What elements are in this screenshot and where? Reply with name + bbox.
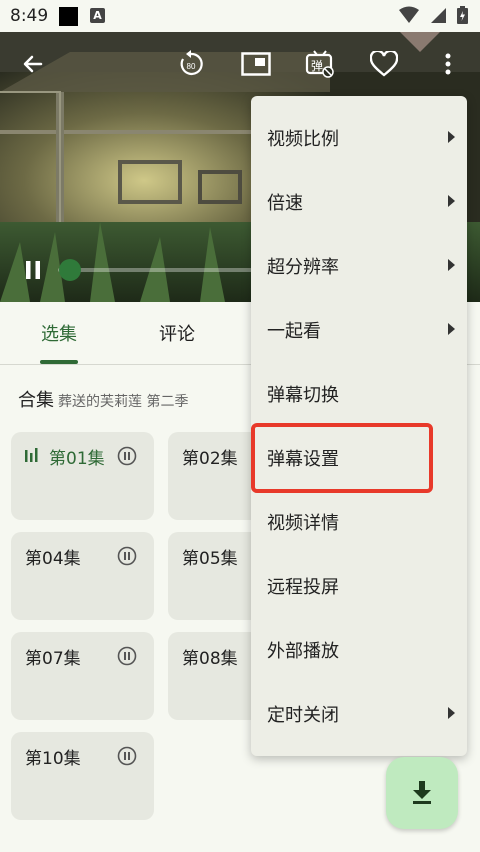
- tab-episodes[interactable]: 选集: [18, 302, 100, 364]
- chevron-right-icon: [448, 707, 455, 719]
- menu-item-label: 倍速: [267, 193, 303, 214]
- danmaku-toggle-button[interactable]: 弹: [300, 44, 340, 84]
- menu-item-speed[interactable]: 倍速: [251, 170, 467, 234]
- download-button[interactable]: [386, 757, 458, 829]
- menu-item-label: 定时关闭: [267, 705, 339, 726]
- tab-indicator: [40, 360, 78, 364]
- status-icons: [399, 6, 468, 24]
- collection-subtitle: 葬送的芙莉莲 第二季: [58, 394, 189, 410]
- pip-button[interactable]: [236, 44, 276, 84]
- status-time: 8:49: [10, 6, 49, 26]
- menu-item-label: 弹幕切换: [267, 385, 339, 406]
- progress-thumb[interactable]: [59, 259, 81, 281]
- menu-item-aspect-ratio[interactable]: 视频比例: [251, 106, 467, 170]
- arrow-left-icon: [23, 55, 43, 73]
- menu-item-video-details[interactable]: 视频详情: [251, 490, 467, 554]
- chevron-right-icon: [448, 131, 455, 143]
- notification-icon: [59, 7, 78, 26]
- menu-item-sleep-timer[interactable]: 定时关闭: [251, 682, 467, 746]
- episode-label: 第04集: [25, 549, 81, 569]
- more-vert-icon: [445, 53, 451, 75]
- episode-card[interactable]: 第07集: [11, 632, 154, 720]
- episode-label: 第07集: [25, 649, 81, 669]
- danmaku-badge: 弹: [311, 59, 323, 73]
- download-icon: [413, 781, 431, 804]
- chevron-right-icon: [448, 259, 455, 271]
- status-bar: 8:49 A: [0, 0, 480, 32]
- a-icon: A: [90, 8, 105, 23]
- chevron-right-icon: [448, 323, 455, 335]
- collection-title: 合集: [18, 390, 54, 411]
- episode-card[interactable]: 第04集: [11, 532, 154, 620]
- cellular-icon: [431, 8, 446, 23]
- episode-label: 第05集: [182, 549, 238, 569]
- pause-circle-icon[interactable]: [117, 446, 137, 466]
- heart-icon: [370, 51, 398, 77]
- menu-item-label: 视频详情: [267, 513, 339, 534]
- menu-item-label: 远程投屏: [267, 577, 339, 598]
- playing-bars-icon: [25, 448, 38, 462]
- episode-label: 第08集: [182, 649, 238, 669]
- chevron-right-icon: [448, 195, 455, 207]
- danmaku-icon: 弹: [305, 50, 334, 78]
- pause-icon: [26, 261, 40, 279]
- menu-item-label: 外部播放: [267, 641, 339, 662]
- favorite-button[interactable]: [364, 44, 404, 84]
- tab-comments[interactable]: 评论: [136, 302, 218, 364]
- battery-icon: [457, 6, 468, 24]
- menu-item-label: 视频比例: [267, 129, 339, 150]
- episode-label: 第02集: [182, 449, 238, 469]
- rewind-button[interactable]: 80: [171, 44, 211, 84]
- episode-label: 第10集: [25, 749, 81, 769]
- wifi-icon: [399, 6, 419, 23]
- pause-circle-icon[interactable]: [117, 546, 137, 566]
- episode-label: 第01集: [49, 449, 105, 469]
- menu-item-super-resolution[interactable]: 超分辨率: [251, 234, 467, 298]
- menu-item-watch-together[interactable]: 一起看: [251, 298, 467, 362]
- episode-card[interactable]: 第01集: [11, 432, 154, 520]
- more-options-button[interactable]: [428, 44, 468, 84]
- collection-header: 合集 葬送的芙莉莲 第二季: [18, 386, 188, 412]
- rewind-label: 80: [187, 62, 196, 71]
- picture-in-picture-icon: [241, 52, 271, 76]
- pause-circle-icon[interactable]: [117, 746, 137, 766]
- menu-item-label: 一起看: [267, 321, 321, 342]
- episode-card[interactable]: 第10集: [11, 732, 154, 820]
- back-button[interactable]: [13, 44, 53, 84]
- progress-bar[interactable]: [58, 268, 258, 272]
- menu-item-external-play[interactable]: 外部播放: [251, 618, 467, 682]
- menu-item-label: 超分辨率: [267, 257, 339, 278]
- menu-item-remote-cast[interactable]: 远程投屏: [251, 554, 467, 618]
- menu-item-danmaku-switch[interactable]: 弹幕切换: [251, 362, 467, 426]
- pause-button[interactable]: [13, 250, 53, 290]
- pause-circle-icon[interactable]: [117, 646, 137, 666]
- replay-icon: 80: [180, 50, 203, 76]
- highlight-box: [251, 423, 433, 493]
